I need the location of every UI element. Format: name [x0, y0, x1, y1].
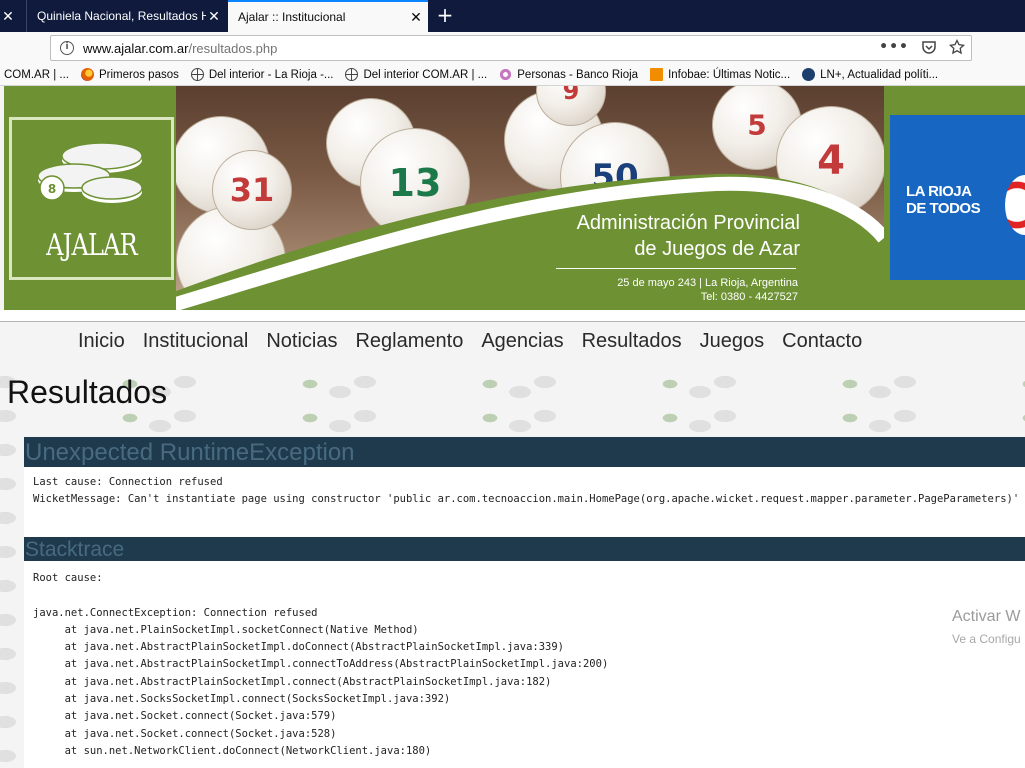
header-banner: 8 AJALAR 31 13 50 5 4 9 Administración P… — [4, 86, 1025, 310]
close-tab-icon[interactable]: ✕ — [408, 9, 424, 26]
bookmark-item[interactable]: COM.AR | ... — [4, 69, 69, 81]
rioja-line1: LA RIOJA — [906, 183, 972, 200]
stacktrace-line: Root cause: — [33, 572, 103, 584]
stacktrace-line: at sun.net.NetworkClient.doConnect(Netwo… — [33, 744, 432, 757]
stacktrace-line: at java.net.AbstractPlainSocketImpl.conn… — [33, 675, 552, 688]
chips-icon: 8 — [37, 142, 143, 203]
stacktrace-heading: Stacktrace — [25, 538, 125, 561]
new-tab-button[interactable]: + — [432, 4, 458, 28]
ln-icon — [802, 68, 816, 81]
bookmark-label: LN+, Actualidad políti... — [820, 68, 939, 81]
menu-item-institucional[interactable]: Institucional — [143, 326, 249, 356]
firefox-icon — [80, 68, 94, 81]
activation-watermark-title: Activar W — [952, 608, 1021, 625]
url-domain: www.ajalar.com.ar — [83, 40, 189, 56]
infobae-icon — [650, 68, 664, 81]
bookmark-item[interactable]: Infobae: Últimas Notic... — [650, 68, 790, 81]
menu-item-reglamento[interactable]: Reglamento — [355, 326, 463, 356]
wicket-message: WicketMessage: Can't instantiate page us… — [33, 493, 1025, 506]
tab-title: Quiniela Nacional, Resultados Hoy — [37, 9, 206, 23]
banner-phone: Tel: 0380 - 4427527 — [700, 291, 798, 303]
page-title: Resultados — [7, 374, 168, 410]
tab-title: Ajalar :: Institucional — [238, 10, 346, 24]
bookmark-item[interactable]: Del interior - La Rioja -... — [190, 68, 334, 81]
page-content: 8 AJALAR 31 13 50 5 4 9 Administración P… — [0, 86, 1025, 768]
menu-item-contacto[interactable]: Contacto — [782, 326, 862, 356]
bookmark-item[interactable]: LN+, Actualidad políti... — [802, 68, 938, 81]
menu-item-juegos[interactable]: Juegos — [700, 326, 765, 356]
flower-icon — [499, 68, 513, 81]
banner-address: 25 de mayo 243 | La Rioja, Argentina — [617, 277, 798, 289]
menu-item-agencias[interactable]: Agencias — [481, 326, 563, 356]
stacktrace-line: at java.net.Socket.connect(Socket.java:5… — [33, 710, 337, 723]
last-cause: Last cause: Connection refused — [33, 476, 223, 488]
main-menu: Inicio Institucional Noticias Reglamento… — [69, 326, 871, 356]
stacktrace-line: at java.net.SocksSocketImpl.connect(Sock… — [33, 693, 451, 706]
error-heading-bar: Unexpected RuntimeException — [24, 437, 1025, 467]
rioja-line2: DE TODOS — [906, 200, 981, 217]
bookmark-item[interactable]: Primeros pasos — [80, 68, 179, 81]
rioja-text: LA RIOJA DE TODOS — [906, 183, 981, 217]
error-heading: Unexpected RuntimeException — [25, 439, 355, 466]
bookmark-item[interactable]: Personas - Banco Rioja — [499, 68, 638, 81]
url-text[interactable]: www.ajalar.com.ar/resultados.php — [83, 41, 277, 56]
bookmark-label: Del interior COM.AR | ... — [363, 68, 488, 81]
bookmark-label: Infobae: Últimas Notic... — [668, 68, 791, 81]
banner-title-line2: de Juegos de Azar — [634, 238, 800, 260]
nav-bar: i www.ajalar.com.ar/resultados.php ••• — [0, 32, 1025, 64]
ajalar-logo[interactable]: 8 AJALAR — [9, 117, 174, 280]
globe-icon — [190, 68, 204, 81]
bookmark-label: COM.AR | ... — [4, 68, 69, 81]
banner-divider-strip — [0, 310, 1025, 322]
menu-item-inicio[interactable]: Inicio — [78, 326, 125, 356]
flag-icon — [1005, 175, 1025, 235]
logo-text: AJALAR — [46, 228, 138, 263]
stacktrace-line: at java.net.Socket.connect(Socket.java:5… — [33, 727, 337, 740]
stacktrace-line: at java.net.AbstractPlainSocketImpl.conn… — [33, 658, 609, 671]
stacktrace-heading-bar: Stacktrace — [24, 537, 1025, 561]
banner-title-line1: Administración Provincial — [576, 212, 800, 234]
error-details: Last cause: Connection refused WicketMess… — [24, 467, 1025, 537]
close-tab-icon[interactable]: ✕ — [206, 8, 222, 25]
menu-item-resultados[interactable]: Resultados — [582, 326, 682, 356]
stacktrace-line: at java.net.PlainSocketImpl.socketConnec… — [33, 623, 419, 636]
info-icon[interactable]: i — [60, 41, 74, 55]
stacktrace-line: at java.net.AbstractPlainSocketImpl.doCo… — [33, 641, 565, 654]
tab-ajalar[interactable]: Ajalar :: Institucional ✕ — [228, 0, 428, 32]
close-tab-icon[interactable]: ✕ — [0, 8, 16, 25]
stacktrace-line — [33, 587, 1025, 604]
pocket-icon[interactable] — [921, 39, 937, 55]
bookmarks-bar: COM.AR | ... Primeros pasos Del interior… — [0, 64, 1025, 86]
la-rioja-logo[interactable]: LA RIOJA DE TODOS — [890, 115, 1025, 280]
url-bar[interactable]: i www.ajalar.com.ar/resultados.php ••• — [50, 35, 972, 61]
bookmark-label: Personas - Banco Rioja — [517, 68, 639, 81]
banner-divider — [556, 268, 796, 269]
page-actions-icon[interactable]: ••• — [879, 39, 909, 55]
bookmark-label: Del interior - La Rioja -... — [208, 68, 334, 81]
url-path: /resultados.php — [188, 40, 278, 56]
bookmark-label: Primeros pasos — [98, 68, 179, 81]
stacktrace-line: java.net.ConnectException: Connection re… — [33, 606, 318, 619]
banner-contact: 25 de mayo 243 | La Rioja, Argentina Tel… — [552, 276, 798, 304]
menu-item-noticias[interactable]: Noticias — [266, 326, 337, 356]
url-actions: ••• — [879, 39, 965, 55]
tab-strip: ✕ Quiniela Nacional, Resultados Hoy ✕ Aj… — [0, 0, 1025, 32]
activation-watermark-subtitle: Ve a Configu — [952, 632, 1021, 646]
stacktrace-body: Root cause: java.net.ConnectException: Co… — [24, 561, 1025, 768]
tab-partial[interactable]: ✕ — [0, 0, 24, 32]
bookmark-item[interactable]: Del interior COM.AR | ... — [345, 68, 487, 81]
svg-text:8: 8 — [48, 182, 56, 196]
bookmark-star-icon[interactable] — [949, 39, 965, 55]
banner-title: Administración Provincial de Juegos de A… — [552, 210, 800, 262]
tab-quiniela[interactable]: Quiniela Nacional, Resultados Hoy ✕ — [26, 0, 226, 32]
globe-icon — [345, 68, 359, 81]
